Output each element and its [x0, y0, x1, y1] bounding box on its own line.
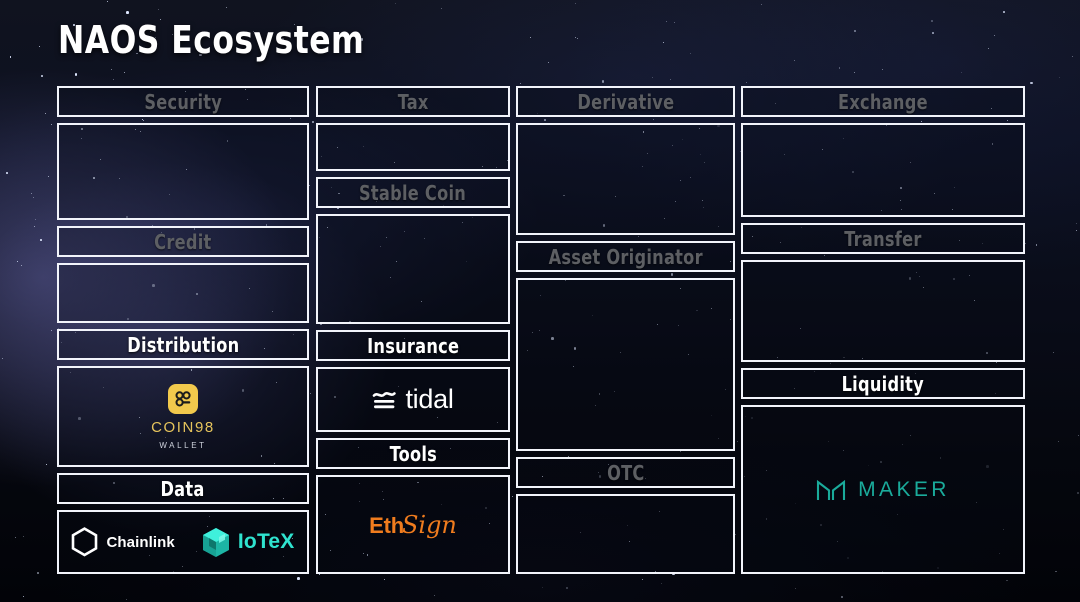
- coin98-wordmark: COIN98: [151, 418, 215, 436]
- category-header-data[interactable]: Data: [57, 473, 309, 504]
- logo-ethsign[interactable]: Eth Sign: [369, 511, 457, 539]
- category-label: Distribution: [126, 332, 240, 357]
- iotex-icon: [202, 527, 229, 557]
- category-header-distribution[interactable]: Distribution: [57, 329, 309, 360]
- logo-iotex[interactable]: IoTeX: [201, 527, 295, 558]
- category-label: Tax: [397, 89, 429, 114]
- category-label: Asset Originator: [548, 244, 703, 269]
- ecosystem-column-exchange: Exchange Transfer Liquidity MAKER: [741, 86, 1025, 574]
- category-label: Credit: [154, 229, 212, 254]
- category-label: Transfer: [844, 226, 922, 251]
- coin98-icon: [167, 383, 198, 414]
- category-label: Insurance: [366, 333, 460, 358]
- category-content-stable-coin: [316, 214, 510, 324]
- category-header-liquidity[interactable]: Liquidity: [741, 368, 1025, 399]
- category-header-transfer[interactable]: Transfer: [741, 223, 1025, 254]
- ecosystem-column-security: Security Credit Distribution COIN98 WALL…: [57, 86, 309, 574]
- category-content-otc: [516, 494, 735, 574]
- tidal-icon: [373, 391, 397, 408]
- logo-coin98[interactable]: COIN98 WALLET: [151, 383, 215, 450]
- category-header-asset-originator[interactable]: Asset Originator: [516, 241, 735, 272]
- category-header-derivative[interactable]: Derivative: [516, 86, 735, 117]
- logo-maker[interactable]: MAKER: [816, 478, 950, 502]
- logo-chainlink[interactable]: Chainlink: [71, 527, 175, 557]
- category-label: Tools: [389, 441, 437, 466]
- category-content-tax: [316, 123, 510, 171]
- maker-wordmark: MAKER: [858, 477, 950, 501]
- category-header-credit[interactable]: Credit: [57, 226, 309, 257]
- ethsign-wordmark-bold: Eth: [369, 512, 404, 538]
- category-header-tax[interactable]: Tax: [316, 86, 510, 117]
- coin98-subtitle: WALLET: [159, 440, 207, 450]
- category-label: OTC: [606, 460, 645, 485]
- category-content-exchange: [741, 123, 1025, 217]
- category-content-credit: [57, 263, 309, 323]
- ecosystem-column-tax: Tax Stable Coin Insurance tidal Tools Et…: [316, 86, 510, 574]
- category-header-exchange[interactable]: Exchange: [741, 86, 1025, 117]
- category-label: Security: [144, 89, 222, 114]
- category-header-insurance[interactable]: Insurance: [316, 330, 510, 361]
- ecosystem-grid: Security Credit Distribution COIN98 WALL…: [57, 86, 1025, 574]
- category-label: Liquidity: [841, 371, 925, 396]
- category-content-distribution: COIN98 WALLET: [57, 366, 309, 467]
- category-content-asset-originator: [516, 278, 735, 451]
- category-content-insurance: tidal: [316, 367, 510, 432]
- category-content-security: [57, 123, 309, 220]
- category-label: Derivative: [576, 89, 674, 114]
- category-label: Data: [160, 476, 206, 501]
- iotex-wordmark: IoTeX: [237, 530, 295, 553]
- category-header-tools[interactable]: Tools: [316, 438, 510, 469]
- category-content-data: Chainlink IoTeX: [57, 510, 309, 574]
- category-header-otc[interactable]: OTC: [516, 457, 735, 488]
- category-header-stable-coin[interactable]: Stable Coin: [316, 177, 510, 208]
- maker-icon: [817, 479, 846, 500]
- ecosystem-column-derivative: Derivative Asset Originator OTC: [516, 86, 735, 574]
- tidal-wordmark: tidal: [405, 384, 454, 414]
- category-content-liquidity: MAKER: [741, 405, 1025, 574]
- category-label: Exchange: [838, 89, 928, 114]
- category-content-tools: Eth Sign: [316, 475, 510, 574]
- ethsign-wordmark-script: Sign: [401, 510, 457, 539]
- logo-tidal[interactable]: tidal: [372, 384, 454, 415]
- page-title: NAOS Ecosystem: [58, 18, 365, 62]
- category-content-derivative: [516, 123, 735, 235]
- category-label: Stable Coin: [359, 180, 467, 205]
- chainlink-wordmark: Chainlink: [106, 533, 175, 551]
- chainlink-icon: [72, 527, 98, 557]
- category-header-security[interactable]: Security: [57, 86, 309, 117]
- category-content-transfer: [741, 260, 1025, 362]
